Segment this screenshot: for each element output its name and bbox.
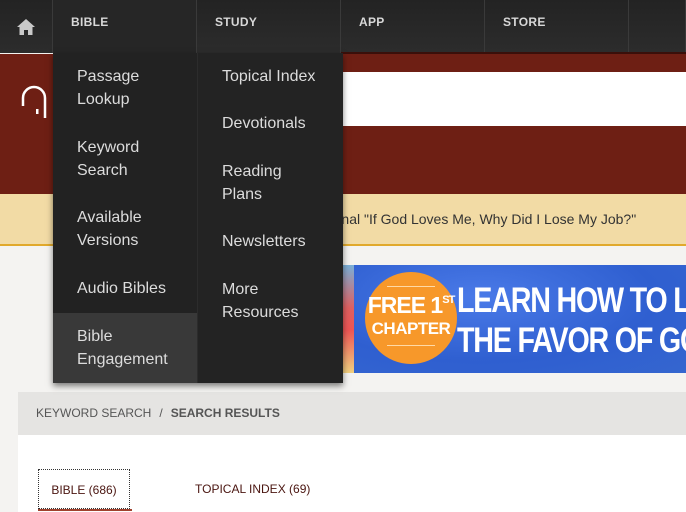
- nav-app[interactable]: APP: [341, 0, 485, 53]
- breadcrumb-separator: /: [159, 406, 163, 420]
- tab-bible-results[interactable]: BIBLE (686): [38, 469, 132, 511]
- nav-more[interactable]: [629, 0, 686, 53]
- menu-item-more-resources[interactable]: More Resources: [198, 278, 343, 324]
- badge-rule-bottom: [387, 345, 435, 346]
- ad-headline: LEARN HOW TO LIVE IN THE FAVOR OF GOD: [457, 281, 686, 361]
- menu-item-label: Audio Bibles: [77, 280, 166, 297]
- menu-item-keyword-search[interactable]: Keyword Search: [53, 136, 197, 182]
- menu-item-audio-bibles[interactable]: Audio Bibles: [53, 277, 197, 300]
- menu-item-label: More Resources: [222, 281, 299, 321]
- menu-item-label: Bible Engagement: [77, 328, 168, 368]
- badge-line1-text: FREE 1: [367, 292, 444, 318]
- menu-item-label: Reading Plans: [222, 163, 282, 203]
- home-button[interactable]: [0, 0, 53, 53]
- home-icon: [17, 18, 35, 35]
- book-cover-image: [342, 265, 354, 373]
- menu-item-label: Newsletters: [222, 233, 306, 250]
- menu-item-reading-plans[interactable]: Reading Plans: [198, 160, 343, 206]
- menu-item-bible-engagement[interactable]: Bible Engagement: [53, 313, 197, 383]
- nav-study[interactable]: STUDY: [197, 0, 341, 53]
- breadcrumb-parent[interactable]: KEYWORD SEARCH: [36, 406, 151, 420]
- nav-bible[interactable]: BIBLE: [53, 0, 197, 53]
- tab-topical-index-results[interactable]: TOPICAL INDEX (69): [195, 469, 310, 509]
- badge-line1: FREE 1ST: [365, 292, 457, 319]
- menu-item-label: Available Versions: [77, 209, 142, 249]
- free-chapter-badge: FREE 1ST CHAPTER: [365, 272, 457, 364]
- ad-headline-line2: THE FAVOR OF GOD: [457, 321, 686, 360]
- results-panel: BIBLE (686) TOPICAL INDEX (69): [18, 435, 686, 512]
- menu-item-label: Keyword Search: [77, 139, 140, 179]
- nav-store[interactable]: STORE: [485, 0, 629, 53]
- menu-item-newsletters[interactable]: Newsletters: [198, 230, 343, 253]
- menu-item-label: Passage Lookup: [77, 68, 140, 108]
- breadcrumb-current: SEARCH RESULTS: [170, 406, 280, 420]
- badge-rule-top: [387, 286, 435, 287]
- badge-superscript: ST: [442, 294, 455, 306]
- search-input[interactable]: [342, 72, 686, 126]
- mega-menu-dropdown: Passage Lookup Keyword Search Available …: [53, 53, 343, 383]
- bible-menu-column: Passage Lookup Keyword Search Available …: [53, 53, 197, 383]
- ad-banner[interactable]: FREE 1ST CHAPTER LEARN HOW TO LIVE IN TH…: [342, 265, 686, 373]
- menu-item-topical-index[interactable]: Topical Index: [198, 65, 343, 88]
- study-menu-column: Topical Index Devotionals Reading Plans …: [197, 53, 343, 383]
- badge-line2: CHAPTER: [371, 319, 451, 338]
- menu-item-devotionals[interactable]: Devotionals: [198, 112, 343, 135]
- menu-item-label: Devotionals: [222, 115, 306, 132]
- menu-item-passage-lookup[interactable]: Passage Lookup: [53, 65, 197, 111]
- menu-item-available-versions[interactable]: Available Versions: [53, 206, 197, 252]
- breadcrumb: KEYWORD SEARCH / SEARCH RESULTS: [18, 392, 686, 435]
- top-navigation: BIBLE STUDY APP STORE: [0, 0, 686, 53]
- ad-headline-line1: LEARN HOW TO LIVE IN: [457, 281, 686, 320]
- menu-item-label: Topical Index: [222, 68, 316, 85]
- site-logo-icon[interactable]: [18, 82, 58, 122]
